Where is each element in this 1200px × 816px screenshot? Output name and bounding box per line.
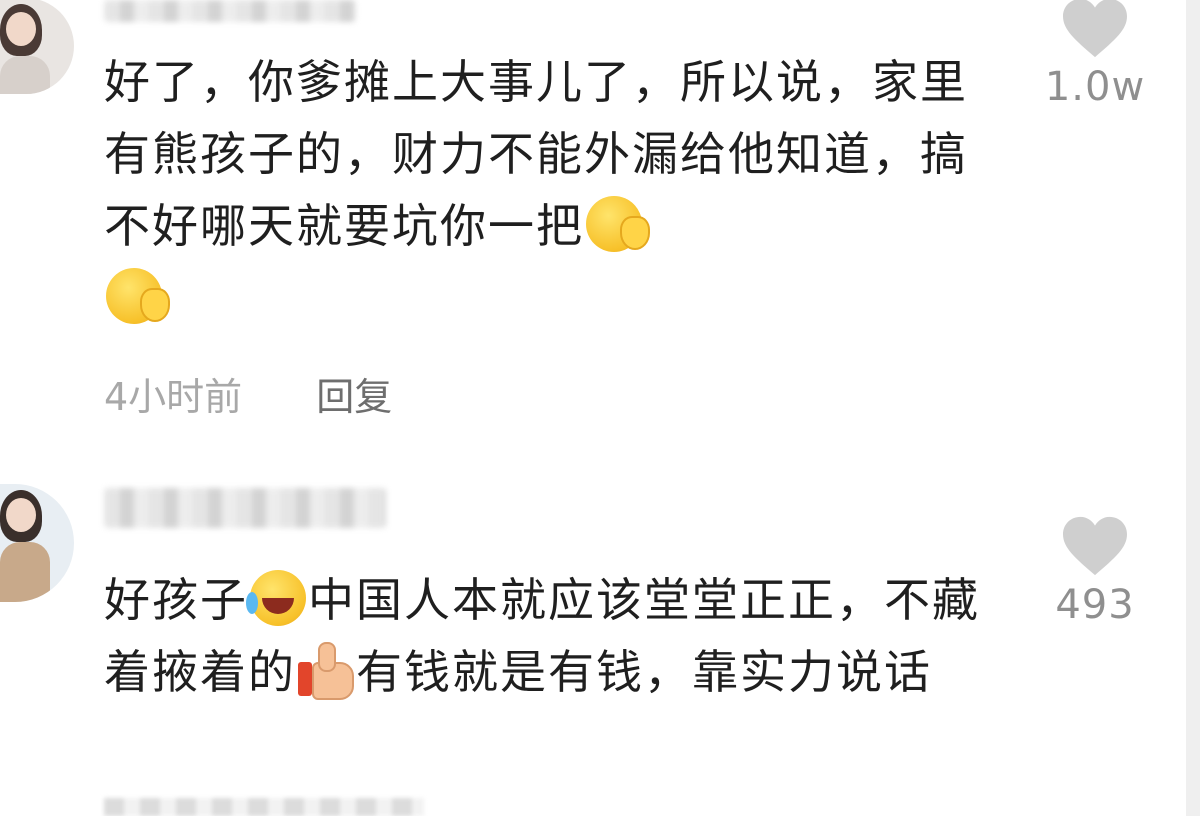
like-count: 493 — [1055, 582, 1135, 628]
like-button[interactable]: 1.0w — [1040, 0, 1150, 110]
next-comment-username-blurred — [104, 798, 424, 816]
laughing-crying-emoji-icon — [246, 570, 306, 626]
comment-item: 好了，你爹摊上大事儿了，所以说，家里有熊孩子的，财力不能外漏给他知道，搞不好哪天… — [0, 0, 1186, 430]
avatar-face — [6, 498, 36, 532]
avatar-body — [0, 56, 50, 94]
comment-text: 好孩子 中国人本就应该堂堂正正，不藏着掖着的 有钱就是有钱，靠实力说话 — [104, 564, 984, 708]
like-button[interactable]: 493 — [1040, 514, 1150, 628]
comment-text-segment: 好孩子 — [104, 573, 248, 627]
scrollbar-track[interactable] — [1186, 0, 1200, 816]
thumbs-up-emoji-icon — [298, 640, 354, 700]
comment-text-segment: 有钱就是有钱，靠实力说话 — [356, 645, 932, 699]
comment-text-segment: 好了，你爹摊上大事儿了，所以说，家里有熊孩子的，财力不能外漏给他知道，搞不好哪天… — [104, 55, 968, 253]
avatar[interactable] — [0, 0, 74, 94]
timestamp: 4小时前 — [104, 375, 243, 419]
comment-text: 好了，你爹摊上大事儿了，所以说，家里有熊孩子的，财力不能外漏给他知道，搞不好哪天… — [104, 46, 984, 334]
username-blurred[interactable] — [104, 488, 386, 528]
facepalm-emoji-icon — [586, 196, 650, 252]
comment-meta: 4小时前 回复 — [104, 366, 392, 421]
reply-button[interactable]: 回复 — [316, 375, 392, 419]
like-count: 1.0w — [1044, 64, 1146, 110]
facepalm-emoji-icon — [106, 268, 170, 324]
avatar-body — [0, 542, 50, 602]
heart-icon[interactable] — [1059, 514, 1131, 578]
heart-icon[interactable] — [1059, 0, 1131, 60]
avatar-face — [6, 12, 36, 46]
username-blurred[interactable] — [104, 0, 356, 22]
avatar[interactable] — [0, 484, 74, 602]
comment-item: 好孩子 中国人本就应该堂堂正正，不藏着掖着的 有钱就是有钱，靠实力说话 493 — [0, 470, 1186, 816]
